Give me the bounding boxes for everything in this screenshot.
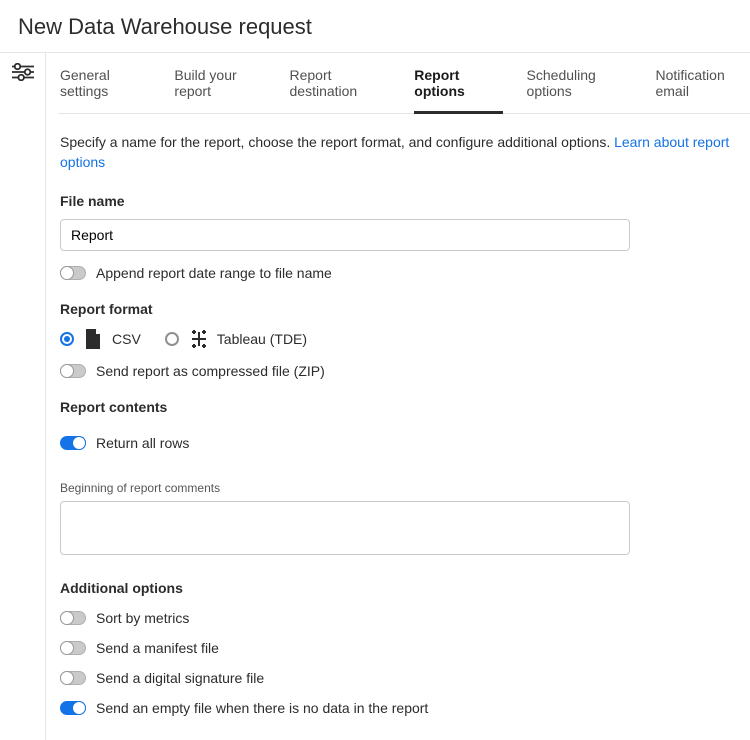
intro-text: Specify a name for the report, choose th… [60,132,736,173]
format-tableau-label: Tableau (TDE) [217,331,307,347]
append-date-label: Append report date range to file name [96,265,332,281]
tab-build-your-report[interactable]: Build your report [174,67,265,113]
sort-by-metrics-toggle[interactable] [60,611,86,625]
tabs: General settings Build your report Repor… [58,53,750,114]
format-tableau-radio[interactable] [165,332,179,346]
sort-by-metrics-label: Sort by metrics [96,610,189,626]
send-manifest-toggle[interactable] [60,641,86,655]
send-signature-toggle[interactable] [60,671,86,685]
intro-text-body: Specify a name for the report, choose th… [60,134,614,150]
format-csv-radio[interactable] [60,332,74,346]
return-all-rows-toggle[interactable] [60,436,86,450]
tab-general-settings[interactable]: General settings [60,67,150,113]
report-format-heading: Report format [60,301,736,317]
zip-toggle[interactable] [60,364,86,378]
tab-scheduling-options[interactable]: Scheduling options [527,67,632,113]
return-all-rows-label: Return all rows [96,435,189,451]
report-contents-heading: Report contents [60,399,736,415]
page-title: New Data Warehouse request [0,0,750,52]
send-signature-label: Send a digital signature file [96,670,264,686]
format-csv-label: CSV [112,331,141,347]
file-name-heading: File name [60,193,736,209]
append-date-toggle[interactable] [60,266,86,280]
comments-input[interactable] [60,501,630,555]
left-rail [0,53,46,740]
csv-icon [84,329,102,349]
send-empty-file-toggle[interactable] [60,701,86,715]
tab-notification-email[interactable]: Notification email [655,67,750,113]
tableau-icon [189,329,207,349]
tab-report-options[interactable]: Report options [414,67,502,114]
comments-label: Beginning of report comments [60,481,736,495]
additional-options-heading: Additional options [60,580,736,596]
tab-report-destination[interactable]: Report destination [290,67,391,113]
file-name-input[interactable] [60,219,630,251]
send-manifest-label: Send a manifest file [96,640,219,656]
send-empty-file-label: Send an empty file when there is no data… [96,700,428,716]
sliders-icon[interactable] [12,61,34,740]
zip-toggle-label: Send report as compressed file (ZIP) [96,363,325,379]
